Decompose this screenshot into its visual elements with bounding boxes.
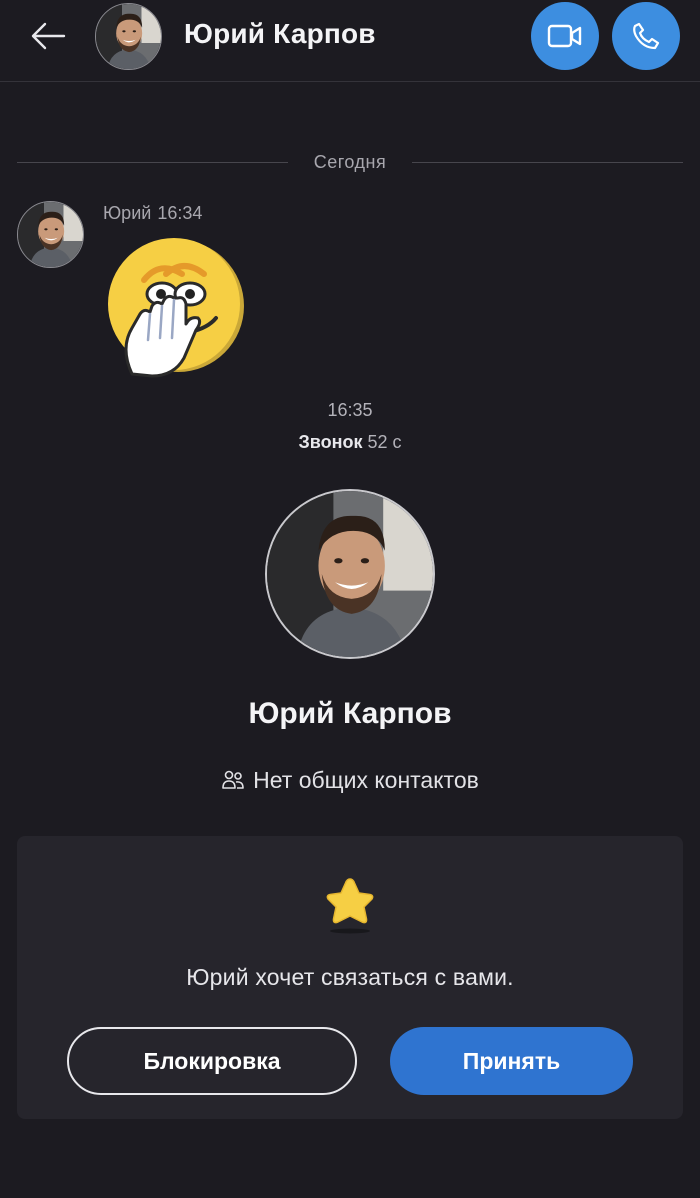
message-sender-avatar[interactable] <box>17 201 84 268</box>
header-avatar[interactable] <box>95 3 162 70</box>
request-text: Юрий хочет связаться с вами. <box>186 964 514 990</box>
audio-call-button[interactable] <box>612 2 680 70</box>
block-button[interactable]: Блокировка <box>67 1027 357 1095</box>
back-button[interactable] <box>26 14 70 58</box>
phone-icon <box>633 22 660 50</box>
call-info: Звонок 52 с <box>0 432 700 453</box>
chat-header: Юрий Карпов <box>0 0 700 82</box>
call-label: Звонок <box>298 432 363 452</box>
profile-avatar[interactable] <box>265 489 435 659</box>
call-time: 16:35 <box>327 400 373 420</box>
profile-name: Юрий Карпов <box>248 697 452 730</box>
mutual-contacts: Нет общих контактов <box>0 765 700 795</box>
divider-line <box>412 161 683 163</box>
video-call-button[interactable] <box>531 2 599 70</box>
date-separator: Сегодня <box>17 148 683 176</box>
arrow-left-icon <box>31 22 66 50</box>
chat-screen: Юрий Карпов Сегодня Юрий 16:34 16:35 Зво… <box>0 0 700 1198</box>
mutual-contacts-text: Нет общих контактов <box>253 766 479 793</box>
contact-request-card: Юрий хочет связаться с вами. Блокировка … <box>17 836 683 1119</box>
message-meta: Юрий 16:34 <box>103 203 202 224</box>
star-icon <box>326 878 374 934</box>
message-sender: Юрий <box>103 203 152 223</box>
divider-line <box>17 161 288 163</box>
hand-over-mouth-sticker[interactable] <box>104 236 248 380</box>
contacts-icon <box>222 770 244 789</box>
date-label: Сегодня <box>313 151 387 172</box>
accept-button[interactable]: Принять <box>390 1027 633 1095</box>
call-duration: 52 с <box>367 432 402 452</box>
message-time: 16:34 <box>157 203 203 223</box>
video-camera-icon <box>547 24 582 48</box>
contact-name[interactable]: Юрий Карпов <box>184 18 376 50</box>
